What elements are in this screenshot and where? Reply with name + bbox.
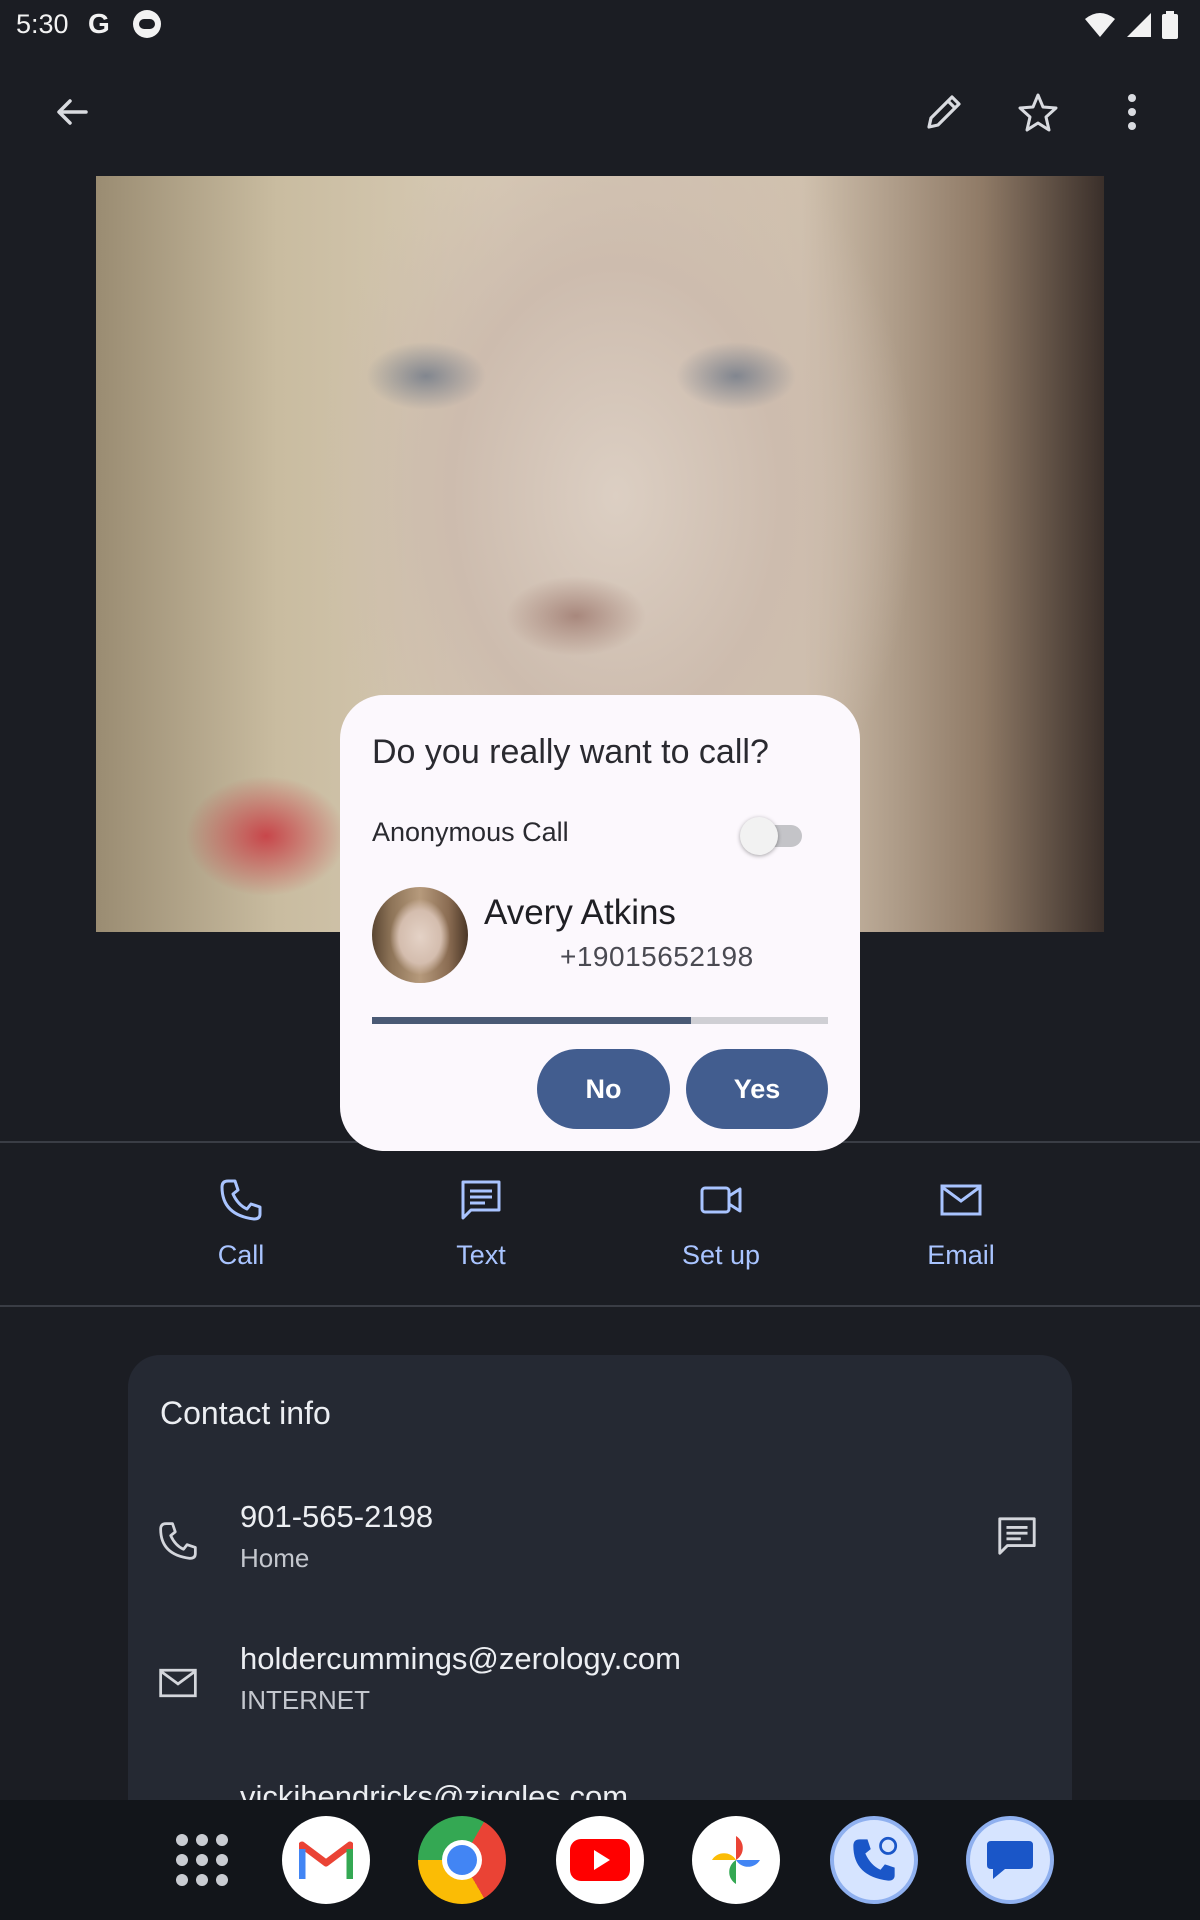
status-bar: 5:30 G [0, 0, 1200, 50]
star-outline-icon[interactable] [1006, 80, 1070, 144]
status-time: 5:30 [16, 9, 69, 39]
wifi-icon [1085, 13, 1115, 37]
yes-button[interactable]: Yes [686, 1049, 828, 1129]
phone-icon [156, 1519, 200, 1563]
message-icon[interactable] [992, 1511, 1042, 1561]
videocam-icon [621, 1172, 821, 1228]
gmail-icon[interactable] [282, 1816, 370, 1904]
phone-row[interactable]: 901-565-2198 Home [128, 1499, 1072, 1619]
avatar [372, 887, 468, 983]
email-type: INTERNET [240, 1685, 370, 1715]
no-button[interactable]: No [537, 1049, 670, 1129]
toggle-thumb [740, 817, 778, 855]
youtube-icon[interactable] [556, 1816, 644, 1904]
mail-icon [861, 1172, 1061, 1228]
google-icon: G [88, 8, 110, 39]
email-action[interactable]: Email [861, 1172, 1061, 1271]
more-vert-icon[interactable] [1100, 80, 1164, 144]
edit-pencil-icon[interactable] [912, 80, 976, 144]
dialog-title: Do you really want to call? [372, 733, 769, 771]
phone-type: Home [240, 1543, 310, 1573]
anonymous-call-label: Anonymous Call [372, 817, 569, 847]
contact-info-card: Contact info 901-565-2198 Home holdercum… [128, 1355, 1072, 1855]
phone-app-icon[interactable] [830, 1816, 918, 1904]
phone-icon [141, 1172, 341, 1228]
quick-actions: Call Text Set up Email [0, 1144, 1200, 1306]
divider [0, 1305, 1200, 1307]
apps-grid-icon[interactable] [158, 1816, 246, 1904]
email-label: Email [927, 1240, 995, 1270]
contact-name: Avery Atkins [484, 893, 676, 932]
phone-number: 901-565-2198 [240, 1499, 434, 1534]
bug-icon [133, 10, 161, 38]
progress-fill [372, 1017, 692, 1024]
photos-icon[interactable] [692, 1816, 780, 1904]
text-action[interactable]: Text [381, 1172, 581, 1271]
call-label: Call [217, 1240, 265, 1270]
battery-icon [1162, 11, 1178, 39]
messages-icon[interactable] [966, 1816, 1054, 1904]
countdown-progress [372, 1017, 828, 1024]
top-app-bar [0, 70, 1200, 154]
anonymous-call-toggle[interactable] [740, 815, 806, 855]
email-address: holdercummings@zerology.com [240, 1641, 681, 1676]
chrome-icon[interactable] [418, 1816, 506, 1904]
signal-icon [1127, 13, 1151, 37]
setup-label: Set up [681, 1240, 761, 1270]
text-label: Text [456, 1240, 506, 1270]
contact-info-title: Contact info [160, 1395, 331, 1431]
back-arrow-icon[interactable] [40, 80, 104, 144]
setup-video-action[interactable]: Set up [621, 1172, 821, 1271]
email-row[interactable]: holdercummings@zerology.com INTERNET [128, 1641, 1072, 1761]
app-dock [0, 1800, 1200, 1920]
message-icon [381, 1172, 581, 1228]
status-icons [1084, 10, 1178, 40]
call-confirm-dialog: Do you really want to call? Anonymous Ca… [340, 695, 860, 1151]
mail-icon [156, 1661, 200, 1705]
call-action[interactable]: Call [141, 1172, 341, 1271]
contact-number: +19015652198 [560, 941, 754, 972]
